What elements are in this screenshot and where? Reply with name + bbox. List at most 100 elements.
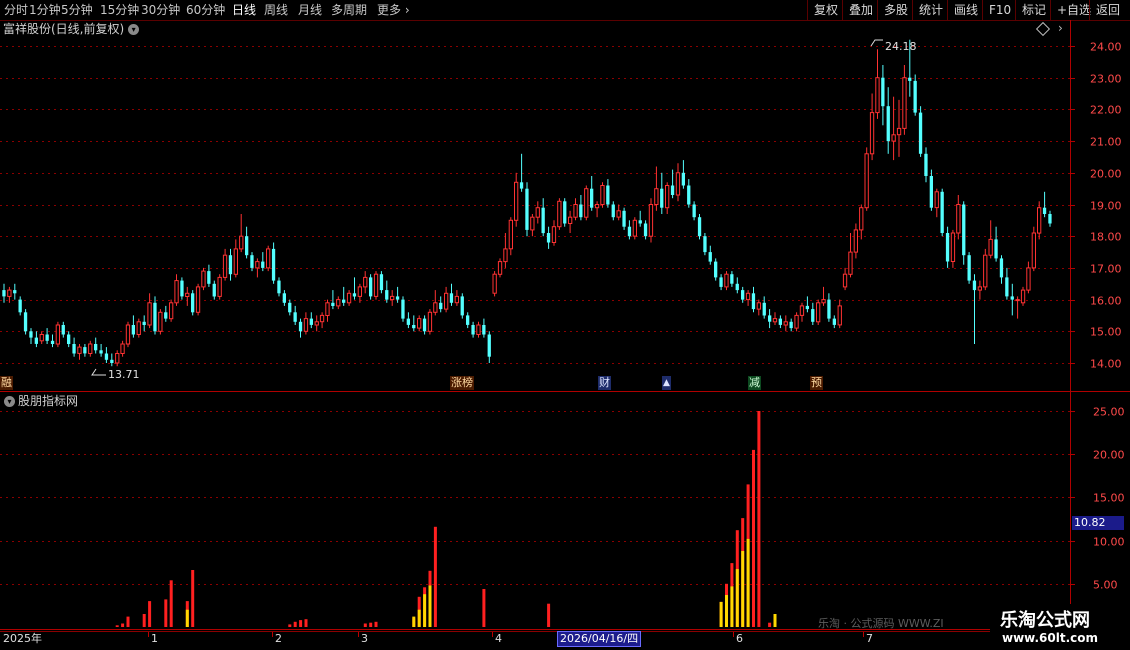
- current-value-box: 10.82: [1072, 516, 1124, 530]
- date-tick: [358, 632, 359, 637]
- candle: [962, 201, 966, 265]
- price-tick-label: 23.00: [1090, 73, 1122, 86]
- candle-body: [1037, 207, 1042, 234]
- indicator-tick-label: 10.00: [1093, 536, 1125, 549]
- indicator-bar: [115, 625, 119, 627]
- candle-body: [45, 334, 49, 341]
- candle: [18, 296, 22, 316]
- candle-body: [217, 276, 222, 297]
- candle-body: [643, 223, 648, 237]
- candle-body: [778, 318, 782, 325]
- candle-body: [261, 261, 265, 268]
- candle: [611, 201, 615, 221]
- candle-body: [616, 210, 621, 218]
- candle-body: [412, 325, 416, 329]
- indicator-bar: [730, 586, 734, 627]
- badge-forecast[interactable]: 预: [810, 376, 823, 390]
- badge-top-gainers[interactable]: 涨榜: [450, 376, 474, 390]
- badge-reduce[interactable]: 减: [748, 376, 761, 390]
- candle-body: [13, 290, 17, 294]
- candle: [180, 277, 184, 300]
- candle: [999, 255, 1004, 284]
- candle-body: [881, 77, 885, 107]
- candle: [1048, 210, 1052, 227]
- candle-body: [579, 204, 583, 218]
- candle-body: [115, 353, 120, 364]
- indicator-title: ▾ 股朋指标网: [0, 393, 78, 409]
- candle-body: [934, 191, 939, 209]
- candle: [875, 49, 880, 119]
- candle: [805, 296, 809, 313]
- candle: [535, 201, 540, 224]
- candle-body: [751, 293, 756, 310]
- date-tick: [733, 632, 734, 637]
- candle-body: [395, 296, 400, 300]
- candle-body: [994, 239, 998, 259]
- indicator-bar: [126, 616, 130, 627]
- candle-body: [1010, 296, 1014, 300]
- candle: [768, 309, 772, 329]
- date-label-month-4: 4: [495, 632, 502, 645]
- indicator-bar: [293, 621, 297, 627]
- candle: [772, 312, 778, 325]
- candle: [622, 207, 626, 230]
- candle-body: [853, 229, 859, 253]
- candle-body: [805, 305, 809, 310]
- candle: [934, 188, 939, 218]
- price-tick-label: 17.00: [1090, 263, 1122, 276]
- candle: [681, 160, 685, 189]
- candle: [83, 344, 87, 357]
- candle: [164, 305, 168, 322]
- candle-body: [369, 277, 373, 297]
- candle-body: [503, 248, 508, 263]
- candle: [924, 147, 928, 183]
- candle-body: [546, 233, 551, 243]
- candle: [342, 286, 346, 306]
- date-tick: [863, 632, 864, 637]
- chevron-down-icon[interactable]: ▾: [4, 396, 15, 407]
- indicator-bar: [417, 609, 421, 627]
- indicator-bar: [164, 599, 168, 627]
- candle-body: [590, 188, 594, 208]
- candle: [142, 315, 146, 332]
- indicator-bar: [773, 614, 777, 627]
- candle-body: [363, 276, 368, 288]
- candle-body: [401, 299, 405, 319]
- candle: [918, 106, 923, 157]
- candle: [158, 309, 163, 335]
- candle: [848, 233, 853, 278]
- candle-body: [174, 280, 179, 304]
- candle: [988, 220, 993, 259]
- candle: [579, 195, 583, 221]
- candle-body: [573, 204, 578, 218]
- candle-body: [816, 302, 821, 323]
- candle-body: [180, 280, 184, 297]
- candle-body: [336, 299, 341, 307]
- candle: [174, 274, 179, 306]
- candle: [406, 312, 410, 329]
- candle: [125, 321, 131, 348]
- candle: [336, 296, 341, 310]
- candle-body: [821, 299, 826, 304]
- indicator-bar: [374, 621, 378, 627]
- badge-margin[interactable]: 融: [0, 376, 13, 390]
- candle-body: [638, 220, 642, 224]
- candle-body: [422, 318, 427, 332]
- candle: [314, 315, 319, 332]
- badge-up-triangle[interactable]: ▲: [662, 376, 671, 390]
- indicator-bar: [741, 551, 745, 627]
- candle-body: [551, 226, 557, 243]
- candle-body: [756, 302, 762, 310]
- candle: [454, 290, 460, 306]
- candle: [34, 331, 38, 348]
- candle: [745, 290, 751, 306]
- badge-finance[interactable]: 财: [598, 376, 611, 390]
- candle: [687, 179, 691, 208]
- candle-body: [250, 255, 254, 268]
- candle: [120, 340, 125, 357]
- candle-body: [924, 153, 928, 176]
- candle: [427, 309, 433, 335]
- candle: [293, 305, 297, 325]
- indicator-bar: [369, 622, 373, 627]
- candle-body: [158, 311, 163, 332]
